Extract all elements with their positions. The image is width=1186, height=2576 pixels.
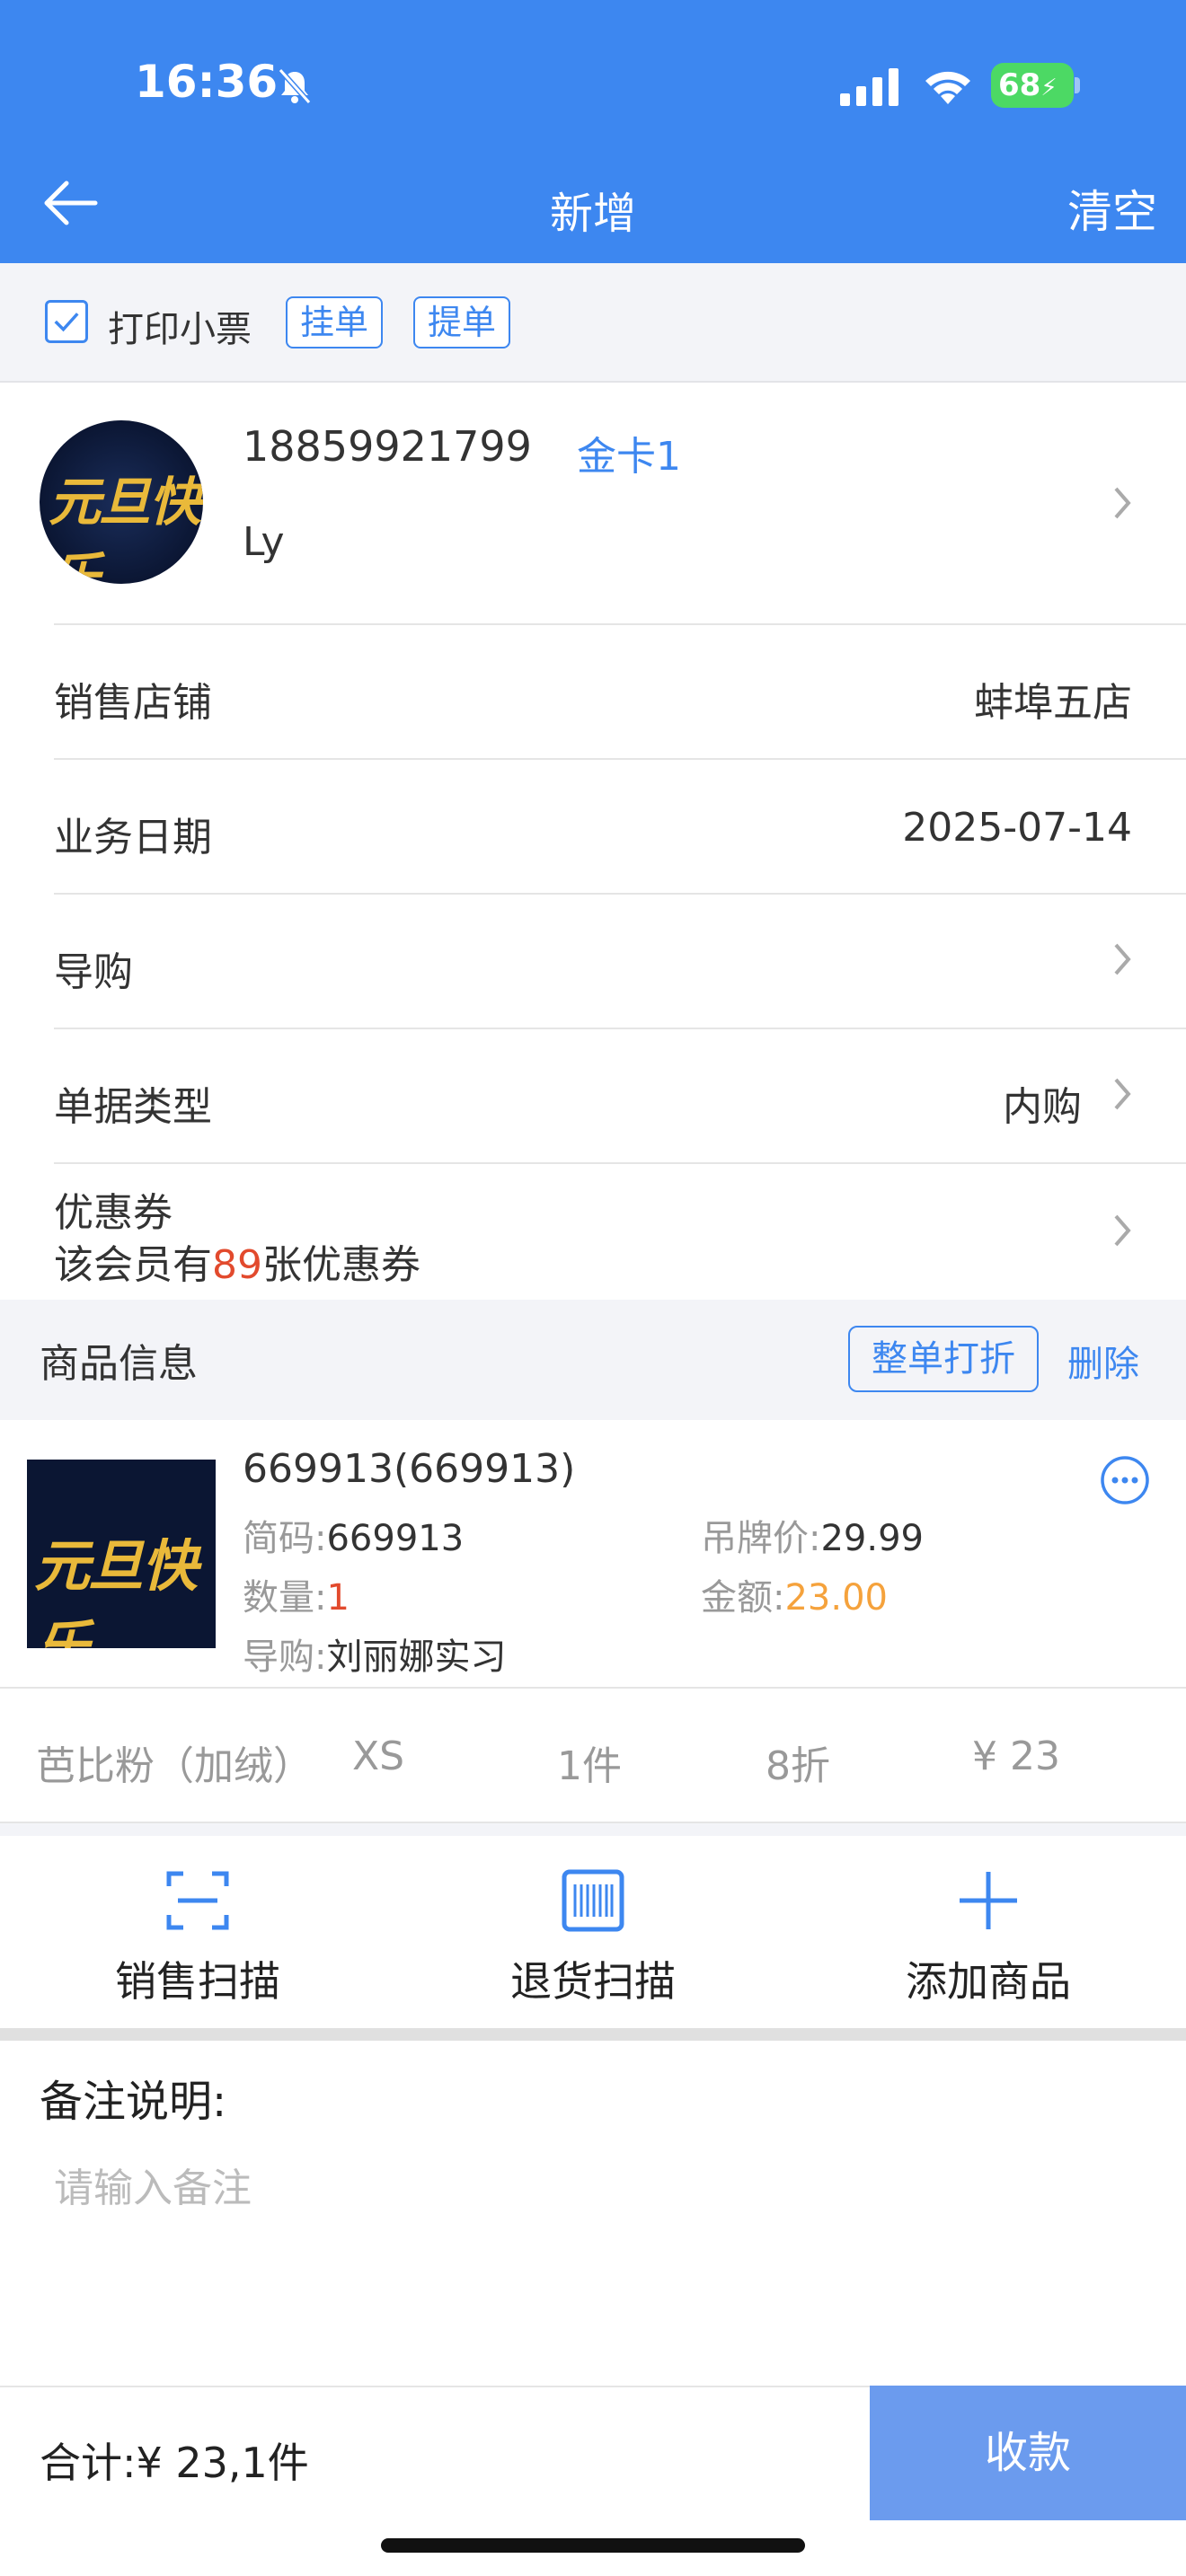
sku-size: XS — [352, 1734, 405, 1779]
wifi-icon — [925, 71, 970, 104]
member-card-level: 金卡1 — [577, 434, 681, 480]
date-label: 业务日期 — [54, 815, 212, 860]
home-indicator — [381, 2538, 805, 2553]
date-value: 2025-07-14 — [902, 805, 1132, 851]
store-label: 销售店铺 — [54, 680, 212, 726]
mute-bell-icon — [278, 68, 312, 104]
checkout-button[interactable]: 收款 — [870, 2386, 1186, 2520]
chevron-right-icon — [1114, 1214, 1131, 1247]
note-label: 备注说明: — [40, 2077, 227, 2127]
header-bar: 16:36 68⚡ 新增 清空 — [0, 0, 1186, 263]
row-guide[interactable]: 导购 — [0, 893, 1186, 1028]
delete-button[interactable]: 删除 — [1067, 1335, 1139, 1387]
retrieve-order-button[interactable]: 提单 — [413, 296, 511, 348]
store-value: 蚌埠五店 — [974, 680, 1132, 726]
member-name: Ly — [243, 519, 285, 565]
battery-tip — [1075, 77, 1080, 93]
sku-color: 芭比粉（加绒） — [36, 1743, 313, 1789]
coupon-label: 优惠券 — [54, 1190, 173, 1236]
status-time: 16:36 — [135, 56, 279, 108]
product-amount: 金额:23.00 — [701, 1577, 888, 1619]
chevron-right-icon — [1114, 1078, 1131, 1110]
add-product-button[interactable]: 添加商品 — [854, 1868, 1123, 2008]
battery-indicator: 68⚡ — [991, 63, 1074, 108]
chevron-right-icon — [1114, 487, 1131, 519]
sale-scan-button[interactable]: 销售扫描 — [63, 1868, 332, 2008]
hold-order-button[interactable]: 挂单 — [286, 296, 384, 348]
product-tag-price: 吊牌价:29.99 — [701, 1518, 924, 1559]
order-discount-button[interactable]: 整单打折 — [848, 1326, 1039, 1392]
product-code: 669913(669913) — [243, 1446, 576, 1492]
print-receipt-label: 打印小票 — [108, 309, 252, 350]
order-total: 合计:¥ 23,1件 — [40, 2439, 309, 2487]
section-gap — [0, 1823, 1186, 1836]
sku-pieces: 1件 — [557, 1743, 622, 1789]
note-input[interactable] — [40, 2145, 1145, 2325]
doc-type-value: 内购 — [1003, 1084, 1082, 1130]
product-quantity: 数量:1 — [243, 1577, 350, 1619]
clear-button[interactable]: 清空 — [1067, 176, 1157, 241]
scan-frame-icon — [166, 1871, 229, 1930]
cellular-signal-icon — [840, 68, 898, 106]
sku-discount: 8折 — [766, 1743, 830, 1789]
return-scan-button[interactable]: 退货扫描 — [458, 1868, 728, 2008]
more-options-icon[interactable] — [1100, 1455, 1150, 1505]
chevron-right-icon — [1114, 943, 1131, 975]
checkmark-icon — [54, 313, 79, 332]
product-thumbnail: 元旦快乐 — [27, 1460, 216, 1648]
page-title: 新增 — [549, 189, 636, 239]
row-doc-type[interactable]: 单据类型 内购 — [0, 1028, 1186, 1162]
print-receipt-checkbox[interactable] — [45, 300, 88, 343]
barcode-icon — [562, 1869, 624, 1932]
plus-icon — [960, 1872, 1017, 1929]
sku-price: ¥ 23 — [972, 1734, 1060, 1779]
divider — [0, 2028, 1186, 2041]
member-avatar: 元旦快乐 — [40, 420, 203, 584]
product-guide: 导购:刘丽娜实习 — [243, 1636, 507, 1678]
row-date[interactable]: 业务日期 2025-07-14 — [0, 758, 1186, 893]
doc-type-label: 单据类型 — [54, 1084, 212, 1130]
coupon-description: 该会员有89张优惠券 — [54, 1242, 420, 1288]
guide-label: 导购 — [54, 949, 133, 995]
member-phone: 18859921799 — [243, 422, 532, 471]
coupon-count: 89 — [212, 1242, 262, 1288]
product-short-code: 简码:669913 — [243, 1518, 465, 1559]
row-store[interactable]: 销售店铺 蚌埠五店 — [0, 623, 1186, 758]
row-coupon[interactable]: 优惠券 该会员有89张优惠券 — [0, 1162, 1186, 1300]
product-section-label: 商品信息 — [40, 1341, 198, 1387]
